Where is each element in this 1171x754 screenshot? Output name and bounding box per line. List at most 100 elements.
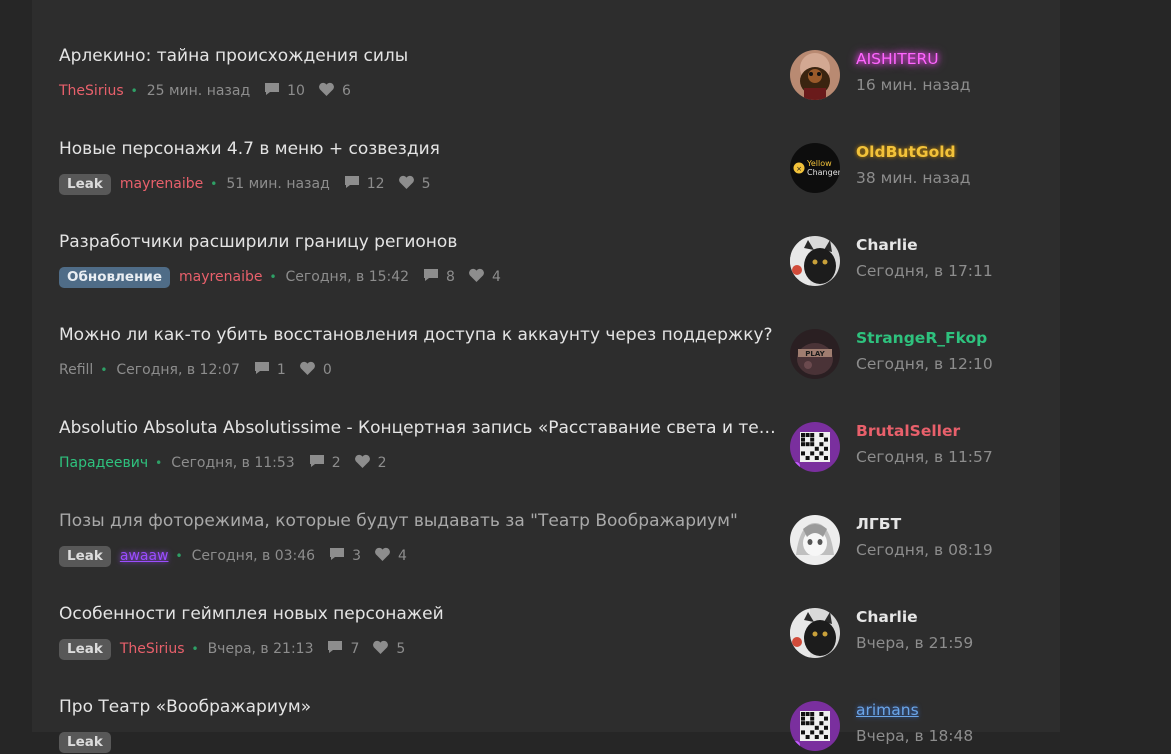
thread-item[interactable]: Разработчики расширили границу регионов О… [32, 196, 1060, 289]
svg-text:Changer: Changer [807, 168, 840, 177]
last-post-user[interactable]: arimans [856, 701, 919, 719]
thread-start-time[interactable]: Сегодня, в 12:07 [116, 362, 240, 378]
thread-author[interactable]: Refill [59, 362, 93, 378]
thread-item[interactable]: Absolutio Absoluta Absolutissime - Конце… [32, 382, 1060, 475]
like-count: 0 [322, 362, 332, 378]
prefix-tag[interactable]: Leak [59, 545, 111, 567]
thread-item[interactable]: Арлекино: тайна происхождения силы TheSir… [32, 10, 1060, 103]
thread-meta: Обновление mayrenaibe • Сегодня, в 15:42 8 4 [59, 266, 514, 288]
reply-count: 2 [331, 455, 341, 471]
reply-count: 12 [366, 176, 385, 192]
thread-author[interactable]: TheSirius [120, 641, 185, 657]
reply-count: 3 [352, 548, 362, 564]
last-post-user[interactable]: Charlie [856, 608, 918, 626]
avatar-dog[interactable] [790, 50, 840, 100]
thread-list: Арлекино: тайна происхождения силы TheSir… [32, 0, 1060, 753]
thread-title[interactable]: Особенности геймплея новых персонажей [59, 604, 777, 624]
thread-meta: Leak mayrenaibe • 51 мин. назад 12 5 [59, 173, 444, 195]
thread-start-time[interactable]: 25 мин. назад [147, 83, 250, 99]
thread-start-time[interactable]: Сегодня, в 15:42 [286, 269, 410, 285]
last-post-user[interactable]: OldButGold [856, 143, 956, 161]
reply-count: 7 [350, 641, 360, 657]
avatar-cat[interactable] [790, 608, 840, 658]
prefix-tag[interactable]: Leak [59, 173, 111, 195]
heart-icon [398, 175, 415, 194]
thread-title[interactable]: Можно ли как-то убить восстановления дос… [59, 325, 777, 345]
thread-title[interactable]: Про Театр «Воображариум» [59, 697, 777, 717]
thread-meta: Refill • Сегодня, в 12:07 1 0 [59, 359, 345, 381]
avatar-yellow-changer[interactable]: × Yellow Changer [790, 143, 840, 193]
heart-icon [299, 361, 316, 380]
like-count: 5 [396, 641, 406, 657]
like-count: 5 [421, 176, 431, 192]
last-post-time[interactable]: Сегодня, в 08:19 [856, 541, 993, 559]
last-post-user[interactable]: ЛГБТ [856, 515, 901, 533]
heart-icon [354, 454, 371, 473]
thread-start-time[interactable]: Сегодня, в 03:46 [192, 548, 316, 564]
last-post-user[interactable]: AISHITERU [856, 50, 939, 68]
thread-meta: Leak awaaw • Сегодня, в 03:46 3 4 [59, 545, 420, 567]
last-post-user[interactable]: Charlie [856, 236, 918, 254]
thread-item[interactable]: Новые персонажи 4.7 в меню + созвездия Le… [32, 103, 1060, 196]
thread-author[interactable]: mayrenaibe [120, 176, 203, 192]
thread-author[interactable]: awaaw [120, 548, 169, 564]
prefix-tag[interactable]: Leak [59, 638, 111, 660]
reply-count: 1 [276, 362, 286, 378]
last-post-time[interactable]: 16 мин. назад [856, 76, 971, 94]
thread-item[interactable]: Позы для фоторежима, которые будут выдав… [32, 475, 1060, 568]
comment-icon [254, 361, 270, 379]
thread-title[interactable]: Арлекино: тайна происхождения силы [59, 46, 777, 66]
last-post-time[interactable]: Сегодня, в 17:11 [856, 262, 993, 280]
thread-title[interactable]: Позы для фоторежима, которые будут выдав… [59, 511, 777, 531]
separator-dot: • [175, 549, 183, 563]
last-post-time[interactable]: Вчера, в 21:59 [856, 634, 973, 652]
last-post-time[interactable]: Сегодня, в 11:57 [856, 448, 993, 466]
heart-icon [374, 547, 391, 566]
last-post-user[interactable]: StrangeR_Fkop [856, 329, 987, 347]
like-count: 2 [377, 455, 387, 471]
comment-icon [327, 640, 343, 658]
avatar-dark[interactable]: PLAY [790, 329, 840, 379]
separator-dot: • [155, 456, 163, 470]
reply-count: 10 [287, 83, 305, 99]
thread-title[interactable]: Разработчики расширили границу регионов [59, 232, 777, 252]
last-post-time[interactable]: Вчера, в 18:48 [856, 727, 973, 745]
avatar-qr[interactable] [790, 422, 840, 472]
thread-item[interactable]: Про Театр «Воображариум» Leak arimans Вчера… [32, 661, 1060, 754]
separator-dot: • [130, 84, 138, 98]
comment-icon [329, 547, 345, 565]
thread-title[interactable]: Новые персонажи 4.7 в меню + созвездия [59, 139, 777, 159]
comment-icon [344, 175, 360, 193]
last-post-time[interactable]: 38 мин. назад [856, 169, 971, 187]
avatar-qr[interactable] [790, 701, 840, 751]
avatar-anime[interactable] [790, 515, 840, 565]
thread-start-time[interactable]: Сегодня, в 11:53 [171, 455, 295, 471]
thread-author[interactable]: mayrenaibe [179, 269, 262, 285]
comment-icon [309, 454, 325, 472]
separator-dot: • [100, 363, 108, 377]
avatar-cat[interactable] [790, 236, 840, 286]
thread-title[interactable]: Absolutio Absoluta Absolutissime - Конце… [59, 418, 777, 438]
heart-icon [372, 640, 389, 659]
svg-text:×: × [796, 165, 802, 173]
thread-start-time[interactable]: Вчера, в 21:13 [208, 641, 314, 657]
separator-dot: • [210, 177, 218, 191]
like-count: 4 [398, 548, 407, 564]
like-count: 4 [491, 269, 501, 285]
thread-item[interactable]: Можно ли как-то убить восстановления дос… [32, 289, 1060, 382]
last-post-time[interactable]: Сегодня, в 12:10 [856, 355, 993, 373]
svg-text:PLAY: PLAY [805, 350, 825, 358]
thread-item[interactable]: Особенности геймплея новых персонажей Lea… [32, 568, 1060, 661]
svg-text:Yellow: Yellow [806, 159, 832, 168]
heart-icon [318, 82, 335, 101]
prefix-tag[interactable]: Leak [59, 731, 111, 753]
last-post-user[interactable]: BrutalSeller [856, 422, 960, 440]
reply-count: 8 [446, 269, 455, 285]
thread-meta: Парадеевич • Сегодня, в 11:53 2 2 [59, 452, 400, 474]
thread-start-time[interactable]: 51 мин. назад [226, 176, 329, 192]
thread-author[interactable]: TheSirius [59, 83, 124, 99]
thread-meta: TheSirius • 25 мин. назад 10 6 [59, 80, 364, 102]
thread-meta: Leak [59, 731, 120, 753]
thread-author[interactable]: Парадеевич [59, 455, 148, 471]
prefix-tag[interactable]: Обновление [59, 266, 171, 288]
